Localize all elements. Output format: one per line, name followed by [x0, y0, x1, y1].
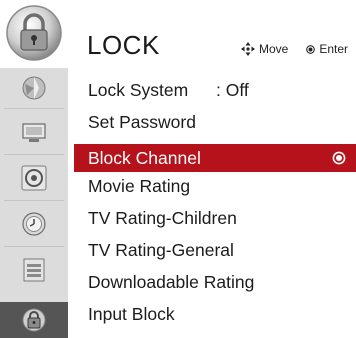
menu-item-label: Lock System	[88, 79, 189, 100]
menu-item-downloadable-rating[interactable]: Downloadable Rating	[74, 268, 356, 296]
menu-header: LOCK Move Enter	[0, 0, 356, 68]
menu-item-label: Set Password	[88, 111, 196, 132]
clock-icon	[22, 212, 46, 236]
category-sidebar	[0, 68, 68, 338]
hint-move-label: Move	[258, 42, 289, 56]
sidebar-item-screen[interactable]	[6, 116, 62, 148]
sidebar-item-lock[interactable]	[0, 302, 68, 338]
lock-system-value: : Off	[216, 79, 249, 100]
sidebar-item-option[interactable]	[6, 254, 62, 286]
menu-item-block-channel[interactable]: Block Channel	[74, 144, 356, 172]
monitor-icon	[22, 123, 46, 142]
menu-item-set-password[interactable]: Set Password	[74, 108, 356, 136]
lock-emblem-icon	[6, 5, 62, 61]
page-title: LOCK	[87, 30, 160, 60]
menu-item-tv-rating-children[interactable]: TV Rating-Children	[74, 204, 356, 232]
menu-item-label: TV Rating-Children	[88, 207, 237, 228]
menu-item-label: TV Rating-General	[88, 239, 234, 260]
sidebar-item-audio[interactable]	[6, 162, 62, 194]
menu-item-tv-rating-general[interactable]: TV Rating-General	[74, 236, 356, 264]
move-arrows-icon	[240, 42, 255, 56]
sidebar-item-picture[interactable]	[6, 72, 62, 104]
audio-icon	[21, 165, 47, 191]
lock-icon	[22, 308, 46, 332]
option-icon	[23, 258, 45, 282]
menu-item-input-block[interactable]: Input Block	[74, 300, 356, 328]
control-hints: Move Enter	[240, 42, 348, 56]
menu-item-label: Input Block	[88, 303, 175, 324]
menu-item-movie-rating[interactable]: Movie Rating	[74, 172, 356, 200]
menu-item-label: Block Channel	[88, 147, 201, 168]
sidebar-item-time[interactable]	[6, 208, 62, 240]
menu-item-lock-system[interactable]: Lock System : Off	[74, 76, 356, 104]
hint-enter-label: Enter	[319, 42, 348, 56]
enter-button-icon	[306, 44, 316, 54]
enter-button-icon	[332, 151, 346, 165]
menu-item-label: Movie Rating	[88, 175, 191, 196]
menu-item-label: Downloadable Rating	[88, 271, 255, 292]
picture-icon	[22, 76, 46, 100]
